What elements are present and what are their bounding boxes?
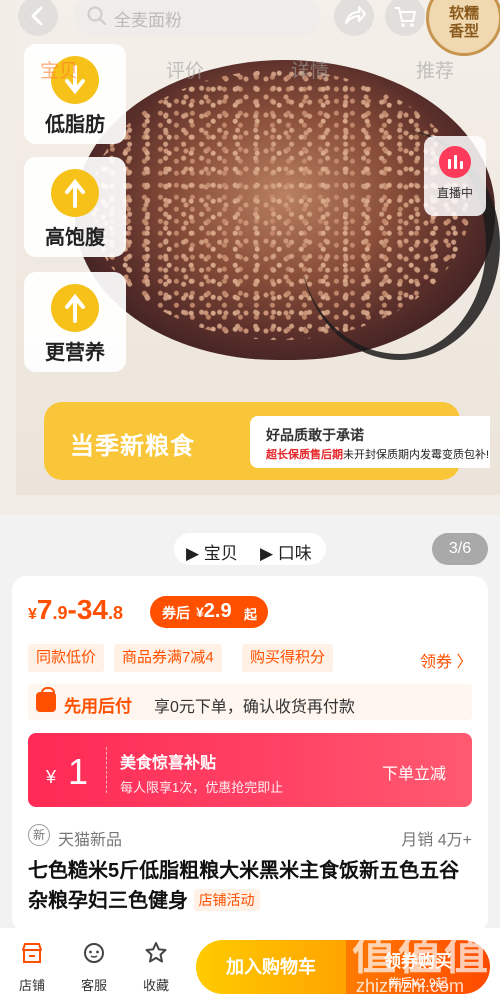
subsidy-divider xyxy=(106,747,107,793)
tag-coupon[interactable]: 商品券满7减4 xyxy=(114,644,222,672)
store-name: 天猫新品 xyxy=(58,832,123,849)
monthly-sales: 月销 4万+ xyxy=(401,832,472,849)
section-tabs: 宝贝 评价 详情 推荐 xyxy=(0,56,500,86)
live-stream-button[interactable]: 直播中 xyxy=(424,136,486,216)
watermark-url: zhizhizhi.com xyxy=(356,976,465,996)
play-icon: ▶ xyxy=(186,544,204,563)
price-high-int: 34 xyxy=(76,594,108,625)
banner-headline: 当季新粮食 xyxy=(70,433,195,460)
arrow-up-icon xyxy=(51,169,99,217)
switch-label: 宝贝 xyxy=(203,544,238,563)
search-icon xyxy=(87,6,106,25)
cart-button[interactable] xyxy=(385,0,425,36)
claim-coupon-link[interactable]: 领券 〉 xyxy=(420,648,472,672)
feature-more-nutrition: 更营养 xyxy=(24,272,126,372)
price-dash: - xyxy=(67,594,77,625)
coupon-price-badge: 券后 ¥2.9 起 xyxy=(150,596,268,628)
tab-recommend[interactable]: 推荐 xyxy=(416,56,454,83)
share-button[interactable] xyxy=(334,0,374,36)
feature-high-satiety: 高饱腹 xyxy=(24,157,126,257)
coupon-label: 券后 xyxy=(162,605,190,621)
subsidy-coupon[interactable]: ¥ 1 美食惊喜补贴 每人限享1次，优惠抢完即止 下单立减 xyxy=(28,733,472,807)
coupon-suffix: 起 xyxy=(244,607,258,622)
price-high-dec: .8 xyxy=(107,603,123,623)
tab-item[interactable]: 宝贝 xyxy=(40,56,78,83)
banner-promise: 好品质敢于承诺 xyxy=(266,427,364,443)
store-icon xyxy=(22,943,42,963)
add-to-cart-button[interactable]: 加入购物车 xyxy=(196,940,346,994)
promo-banner: 当季新粮食 好品质敢于承诺 超长保质售后期未开封保质期内发霉变质包补! xyxy=(44,402,490,480)
site-watermark: 值值值 zhizhizhi.com xyxy=(352,912,500,1004)
banner-promise-card: 好品质敢于承诺 超长保质售后期未开封保质期内发霉变质包补! xyxy=(250,416,490,468)
store-label: 店铺 xyxy=(18,978,45,993)
feature-label: 高饱腹 xyxy=(45,227,105,249)
chat-icon xyxy=(84,943,104,963)
customer-service-button[interactable]: 客服 xyxy=(74,940,114,994)
bag-icon xyxy=(36,687,56,712)
feature-label: 低脂肪 xyxy=(45,114,105,136)
store-row: 新 天猫新品 月销 4万+ xyxy=(28,824,472,849)
coupon-currency: ¥ xyxy=(196,604,204,620)
switch-item-flavor[interactable]: ▶ 口味 xyxy=(260,539,312,564)
search-input[interactable]: 全麦面粉 xyxy=(74,0,320,36)
chevron-left-icon xyxy=(30,6,43,26)
media-switcher: ▶ 宝贝 ▶ 口味 xyxy=(174,533,326,565)
favorite-label: 收藏 xyxy=(142,978,169,993)
tag-low-price[interactable]: 同款低价 xyxy=(28,644,105,672)
play-icon: ▶ xyxy=(260,544,278,563)
seal-line-2: 香型 xyxy=(448,23,479,40)
pay-later-desc: 享0元下单，确认收货再付款 xyxy=(154,699,355,716)
subsidy-currency: ¥ xyxy=(46,767,57,787)
coupon-amount: 2.9 xyxy=(203,600,232,622)
back-button[interactable] xyxy=(18,0,58,36)
feature-label: 更营养 xyxy=(45,342,105,364)
watermark-logo: 值值值 xyxy=(352,930,490,979)
pay-later-title: 先用后付 xyxy=(64,697,132,716)
product-info-card: ¥7.9-34.8 券后 ¥2.9 起 同款低价 商品券满7减4 购买得积分 领… xyxy=(12,576,488,932)
cart-icon xyxy=(395,7,416,27)
banner-note-rest: 未开封保质期内发霉变质包补! xyxy=(343,449,490,461)
subsidy-amount: 1 xyxy=(68,751,89,792)
price-currency: ¥ xyxy=(28,606,37,623)
coupon-value: ¥2.9 xyxy=(196,600,232,623)
price-range: ¥7.9-34.8 xyxy=(28,594,123,626)
star-icon xyxy=(145,942,167,963)
product-image[interactable]: 低脂肪 高饱腹 更营养 全麦面粉 软糯 香型 宝贝 评价 详情 推荐 直播中 当… xyxy=(0,0,500,515)
banner-note: 超长保质售后期未开封保质期内发霉变质包补! xyxy=(266,446,489,462)
tab-reviews[interactable]: 评价 xyxy=(166,56,204,83)
price-low-int: 7 xyxy=(36,594,53,625)
product-page: 低脂肪 高饱腹 更营养 全麦面粉 软糯 香型 宝贝 评价 详情 推荐 直播中 当… xyxy=(0,0,500,1004)
live-icon xyxy=(439,146,471,178)
pay-later-row[interactable]: 先用后付 享0元下单，确认收货再付款 xyxy=(28,684,472,720)
banner-note-red: 超长保质售后期 xyxy=(266,449,343,461)
live-label: 直播中 xyxy=(436,186,473,200)
seal-line-1: 软糯 xyxy=(448,5,479,22)
product-title: 七色糙米5斤低脂粗粮大米黑米主食饭新五色五谷杂粮孕妇三色健身 店铺活动 xyxy=(28,856,476,916)
switch-label: 口味 xyxy=(277,544,312,563)
search-placeholder: 全麦面粉 xyxy=(114,11,182,30)
tag-points[interactable]: 购买得积分 xyxy=(242,644,334,672)
new-badge-icon: 新 xyxy=(28,824,50,846)
shop-activity-tag[interactable]: 店铺活动 xyxy=(193,889,260,911)
subsidy-title: 美食惊喜补贴 xyxy=(120,755,217,772)
share-icon xyxy=(345,6,366,24)
subsidy-order-button[interactable]: 下单立减 xyxy=(382,760,446,784)
arrow-up-icon xyxy=(51,284,99,332)
price-low-dec: .9 xyxy=(52,603,68,623)
subsidy-subtitle: 每人限享1次，优惠抢完即止 xyxy=(120,780,284,795)
image-counter: 3/6 xyxy=(432,533,488,565)
store-button[interactable]: 店铺 xyxy=(12,940,52,994)
service-label: 客服 xyxy=(80,978,107,993)
switch-item-product[interactable]: ▶ 宝贝 xyxy=(186,539,238,564)
tab-details[interactable]: 详情 xyxy=(291,56,329,83)
favorite-button[interactable]: 收藏 xyxy=(136,940,176,994)
